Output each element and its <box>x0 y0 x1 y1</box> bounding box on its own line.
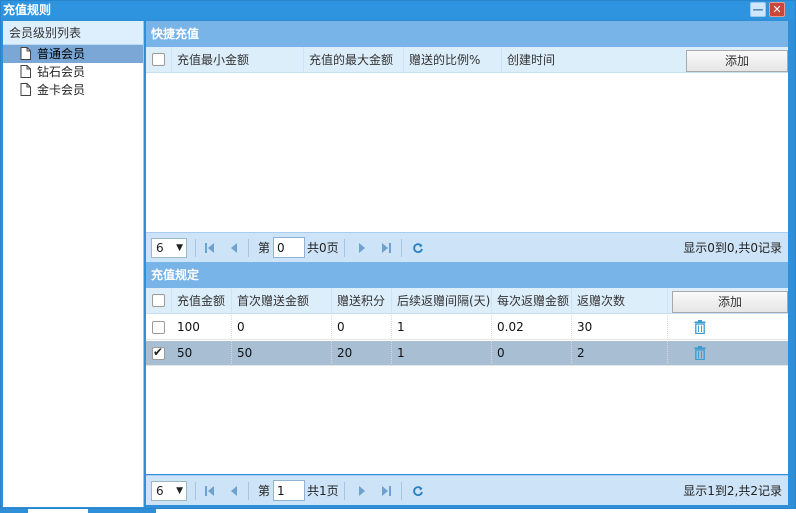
page-prefix-label: 第 <box>258 241 271 255</box>
page-prefix-label: 第 <box>258 484 271 498</box>
column-header[interactable]: 充值金额 <box>172 288 232 314</box>
close-button[interactable]: ✕ <box>769 2 785 17</box>
quick-pager: 6 ▼ 第 共0页 显示0到0,共0记录 <box>146 232 788 262</box>
next-page-icon[interactable] <box>356 241 368 255</box>
table-row[interactable]: 100 0 0 1 0.02 30 <box>146 315 788 340</box>
column-header[interactable]: 赠送积分 <box>332 288 392 314</box>
select-all-checkbox[interactable] <box>152 294 165 307</box>
taskbar-segment <box>88 509 156 513</box>
trash-icon[interactable] <box>694 320 706 334</box>
taskbar-segment <box>0 509 28 513</box>
first-page-icon[interactable] <box>204 241 216 255</box>
page-size-value: 6 <box>156 484 164 498</box>
row-checkbox[interactable] <box>152 345 165 360</box>
header-select-cell <box>146 288 172 314</box>
refresh-icon[interactable] <box>412 241 424 255</box>
recharge-rules-grid: 充值金额 首次赠送金额 赠送积分 后续返赠间隔(天) 每次返赠金额 返赠次数 添… <box>146 288 788 474</box>
chevron-down-icon: ▼ <box>176 243 183 253</box>
table-cell: 50 <box>232 341 332 366</box>
table-cell: 1 <box>392 341 492 366</box>
pager-separator <box>195 239 196 257</box>
quick-grid-header: 充值最小金额 充值的最大金额 赠送的比例% 创建时间 添加 <box>146 47 788 73</box>
table-cell: 100 <box>172 315 232 340</box>
last-page-icon[interactable] <box>380 484 392 498</box>
first-page-icon[interactable] <box>204 484 216 498</box>
table-cell: 30 <box>572 315 668 340</box>
document-icon <box>20 83 31 96</box>
record-info: 显示1到2,共2记录 <box>683 484 782 498</box>
last-page-icon[interactable] <box>380 241 392 255</box>
document-icon <box>20 47 31 60</box>
table-cell: 0.02 <box>492 315 572 340</box>
header-select-cell <box>146 47 172 73</box>
minimize-button[interactable]: — <box>750 2 766 17</box>
table-cell: 20 <box>332 341 392 366</box>
select-all-checkbox[interactable] <box>152 53 165 66</box>
page-size-select[interactable]: 6 ▼ <box>151 481 187 501</box>
member-level-panel: 会员级别列表 普通会员 钻石会员 金卡会员 <box>3 21 144 507</box>
member-level-header: 会员级别列表 <box>3 21 143 45</box>
refresh-icon[interactable] <box>412 484 424 498</box>
next-page-icon[interactable] <box>356 484 368 498</box>
minimize-icon: — <box>752 3 764 16</box>
document-icon <box>20 65 31 78</box>
table-cell: 0 <box>492 341 572 366</box>
recharge-rules-title: 充值规定 <box>146 262 788 288</box>
prev-page-icon[interactable] <box>228 241 240 255</box>
rules-pager: 6 ▼ 第 共1页 显示1到2,共2记录 <box>146 475 788 505</box>
page-size-select[interactable]: 6 ▼ <box>151 238 187 258</box>
row-checkbox[interactable] <box>152 321 165 334</box>
page-total-label: 共1页 <box>307 484 339 498</box>
column-header[interactable]: 赠送的比例% <box>404 47 502 73</box>
window-title: 充值规则 <box>3 3 52 17</box>
column-header[interactable]: 充值最小金额 <box>172 47 304 73</box>
trash-icon[interactable] <box>694 346 706 360</box>
pager-separator <box>195 482 196 500</box>
column-header[interactable]: 后续返赠间隔(天) <box>392 288 492 314</box>
table-cell: 0 <box>332 315 392 340</box>
table-row[interactable]: 50 50 20 1 0 2 <box>146 341 788 366</box>
table-cell: 1 <box>392 315 492 340</box>
record-info: 显示0到0,共0记录 <box>683 241 782 255</box>
pager-separator <box>344 239 345 257</box>
tree-item-normal-member[interactable]: 普通会员 <box>3 45 143 63</box>
tree-item-diamond-member[interactable]: 钻石会员 <box>3 63 143 81</box>
table-cell: 50 <box>172 341 232 366</box>
quick-recharge-grid: 充值最小金额 充值的最大金额 赠送的比例% 创建时间 添加 <box>146 47 788 232</box>
column-header[interactable]: 充值的最大金额 <box>304 47 404 73</box>
page-size-value: 6 <box>156 241 164 255</box>
pager-separator <box>248 239 249 257</box>
page-total-label: 共0页 <box>307 241 339 255</box>
tree-item-label: 金卡会员 <box>37 83 86 97</box>
table-cell: 2 <box>572 341 668 366</box>
quick-recharge-title: 快捷充值 <box>146 21 788 47</box>
dialog-window: 充值规则 — ✕ 会员级别列表 普通会员 钻石会员 金卡会员 快捷充值 充值最小… <box>0 0 796 509</box>
bottom-strip <box>0 509 796 513</box>
prev-page-icon[interactable] <box>228 484 240 498</box>
page-number-input[interactable] <box>273 237 305 258</box>
tree-item-label: 普通会员 <box>37 47 86 61</box>
table-cell: 0 <box>232 315 332 340</box>
pager-separator <box>401 239 402 257</box>
pager-separator <box>248 482 249 500</box>
close-icon: ✕ <box>772 3 782 16</box>
pager-separator <box>344 482 345 500</box>
tree-item-gold-member[interactable]: 金卡会员 <box>3 81 143 99</box>
quick-add-button[interactable]: 添加 <box>686 50 788 72</box>
chevron-down-icon: ▼ <box>176 486 183 496</box>
column-header[interactable]: 首次赠送金额 <box>232 288 332 314</box>
column-header[interactable]: 每次返赠金额 <box>492 288 572 314</box>
page-number-input[interactable] <box>273 480 305 501</box>
tree-item-label: 钻石会员 <box>37 65 86 79</box>
rules-add-button[interactable]: 添加 <box>672 291 788 313</box>
title-bar[interactable]: 充值规则 — ✕ <box>1 1 795 19</box>
column-header[interactable]: 创建时间 <box>502 47 686 73</box>
pager-separator <box>401 482 402 500</box>
rules-grid-header: 充值金额 首次赠送金额 赠送积分 后续返赠间隔(天) 每次返赠金额 返赠次数 添… <box>146 288 788 314</box>
column-header[interactable]: 返赠次数 <box>572 288 668 314</box>
